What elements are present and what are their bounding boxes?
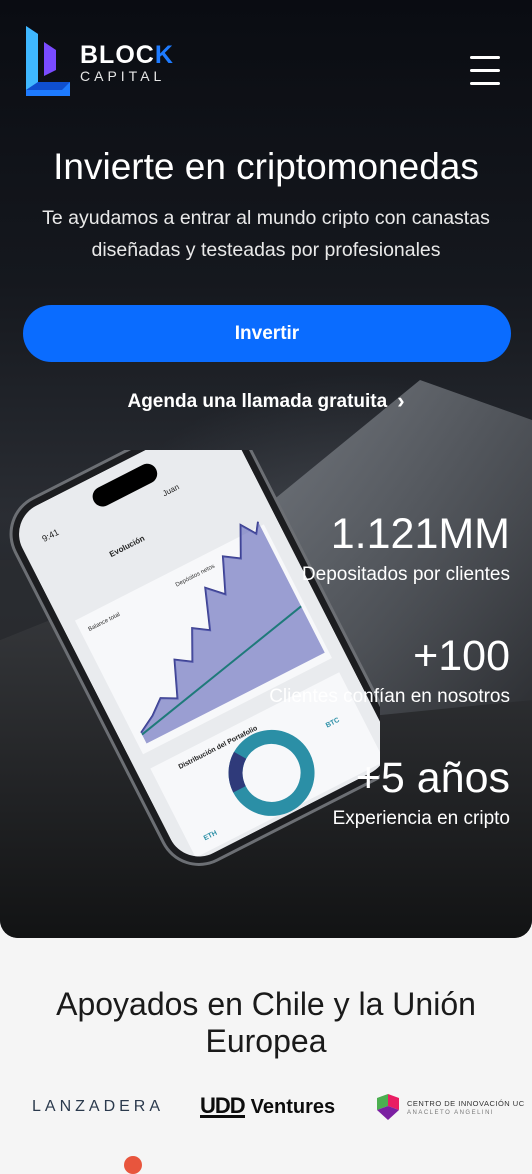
partners-logos: LANZADERA UDD Ventures CENTRO DE INNOVAC… [0, 1088, 532, 1128]
stat-label: Depositados por clientes [301, 564, 510, 585]
centro-line1: CENTRO DE INNOVACIÓN UC [407, 1098, 525, 1108]
hamburger-menu-icon[interactable] [470, 56, 500, 86]
udd-mark: UDD [200, 1093, 246, 1118]
partners-title: Apoyados en Chile y la Unión Europea [56, 986, 476, 1059]
brand-line1: BLOC [80, 41, 155, 69]
stat-label: Experiencia en cripto [332, 808, 510, 829]
lanzadera-logo[interactable]: LANZADERA [32, 1098, 164, 1116]
brand-logo[interactable]: BLOCK CAPITAL [22, 24, 174, 102]
centro-cube-icon [377, 1094, 399, 1120]
hero-title: Invierte en criptomonedas [53, 146, 479, 187]
block-logo-icon [26, 26, 70, 96]
brand-wordmark: BLOCK CAPITAL [80, 42, 174, 84]
schedule-call-label: Agenda una llamada gratuita [127, 391, 388, 412]
brand-line2: CAPITAL [80, 68, 166, 84]
stat-deposits: 1.121MM Depositados por clientes [302, 510, 510, 586]
stat-value: +100 [413, 632, 510, 680]
chevron-right-icon: › [397, 388, 405, 413]
centro-line2: ANACLETO ANGELINI [407, 1109, 495, 1116]
udd-ventures-logo[interactable]: UDD Ventures [200, 1093, 336, 1119]
stat-label: Clientes confían en nosotros [269, 686, 510, 707]
udd-word: Ventures [250, 1096, 336, 1118]
stat-experience: +5 años Experiencia en cripto [333, 754, 510, 830]
hero-section: BLOCK CAPITAL Invierte en criptomonedas … [0, 0, 532, 938]
stat-value: 1.121MM [330, 510, 510, 558]
stat-clients: +100 Clientes confían en nosotros [269, 632, 510, 708]
partial-logo-dot [124, 1156, 142, 1174]
stat-value: +5 años [355, 754, 510, 802]
brand-line1-accent: K [154, 41, 174, 69]
schedule-call-link[interactable]: Agenda una llamada gratuita › [0, 388, 532, 414]
hero-subtitle: Te ayudamos a entrar al mundo cripto con… [42, 207, 490, 261]
invest-button[interactable]: Invertir [23, 305, 511, 362]
centro-innovacion-logo[interactable]: CENTRO DE INNOVACIÓN UC ANACLETO ANGELIN… [375, 1094, 525, 1120]
